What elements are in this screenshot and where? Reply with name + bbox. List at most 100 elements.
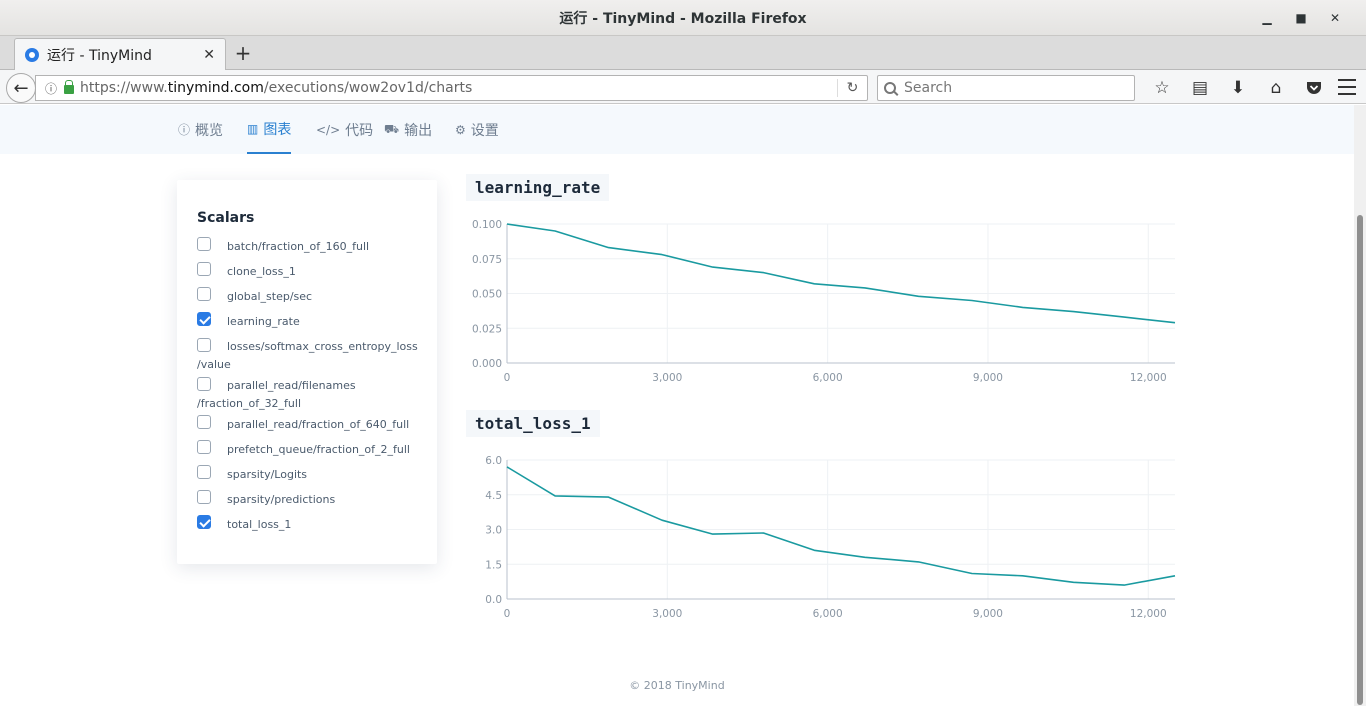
window-title: 运行 - TinyMind - Mozilla Firefox bbox=[559, 10, 807, 27]
bookmark-star-icon[interactable]: ☆ bbox=[1143, 74, 1181, 102]
y-tick-label: 4.5 bbox=[485, 490, 502, 502]
window-controls: ▁ ■ ✕ bbox=[1250, 8, 1352, 28]
x-tick-label: 12,000 bbox=[1130, 372, 1167, 384]
y-tick-label: 0.0 bbox=[485, 594, 502, 606]
series-line bbox=[506, 223, 1176, 324]
url-prefix: https://www. bbox=[80, 80, 168, 96]
back-arrow-icon: ← bbox=[13, 77, 29, 99]
x-tick-label: 12,000 bbox=[1130, 608, 1167, 620]
tab-charts-label: 图表 bbox=[263, 121, 292, 138]
gear-icon: ⚙ bbox=[455, 122, 466, 137]
x-tick-label: 0 bbox=[504, 608, 511, 620]
scalar-item[interactable]: total_loss_1 bbox=[197, 515, 437, 534]
browser-tab[interactable]: 运行 - TinyMind ✕ bbox=[14, 38, 226, 70]
tab-code-label: 代码 bbox=[345, 122, 374, 139]
back-button[interactable]: ← bbox=[6, 73, 36, 103]
scalar-item[interactable]: parallel_read/filenames/fraction_of_32_f… bbox=[197, 377, 437, 413]
chart-title: learning_rate bbox=[466, 174, 610, 201]
scalar-label: prefetch_queue/fraction_of_2_full bbox=[227, 443, 410, 456]
x-tick-label: 6,000 bbox=[813, 608, 843, 620]
scalar-item[interactable]: batch/fraction_of_160_full bbox=[197, 237, 437, 256]
info-icon: ⓘ bbox=[178, 123, 191, 137]
scalar-item[interactable]: parallel_read/fraction_of_640_full bbox=[197, 415, 437, 434]
scalar-checkbox[interactable] bbox=[197, 237, 211, 251]
reader-icon[interactable]: ▤ bbox=[1181, 74, 1219, 102]
chart-total-loss: total_loss_1 0.0 1.5 3.0 4.5 6.0 0 3,000 6,000 9… bbox=[466, 410, 1186, 620]
scalar-item[interactable]: clone_loss_1 bbox=[197, 262, 437, 281]
scalars-panel: Scalars batch/fraction_of_160_full clone_… bbox=[177, 180, 437, 564]
scalar-item[interactable]: global_step/sec bbox=[197, 287, 437, 306]
scrollbar-thumb[interactable] bbox=[1357, 215, 1363, 705]
learning-rate-chart[interactable]: 0.000 0.025 0.050 0.075 0.100 0 3,000 6,000 9,00… bbox=[466, 216, 1186, 401]
y-tick-label: 1.5 bbox=[485, 559, 502, 571]
tab-code[interactable]: </> 代码 bbox=[316, 105, 373, 154]
scalar-item[interactable]: prefetch_queue/fraction_of_2_full bbox=[197, 440, 437, 459]
search-input[interactable] bbox=[904, 80, 1124, 96]
home-icon[interactable]: ⌂ bbox=[1257, 74, 1295, 102]
scalar-checkbox[interactable] bbox=[197, 287, 211, 301]
menu-hamburger-icon[interactable] bbox=[1338, 79, 1356, 95]
page-content: ⓘ 概览 ▥ 图表 </> 代码 ⛟ 输出 ⚙ 设置 Scalars batch… bbox=[0, 105, 1366, 706]
scalars-heading: Scalars bbox=[197, 210, 255, 226]
url-bar[interactable]: ⓘ https://www.tinymind.com/executions/wo… bbox=[35, 75, 868, 101]
tab-output[interactable]: ⛟ 输出 bbox=[384, 105, 432, 154]
site-info-icon[interactable]: ⓘ bbox=[40, 80, 62, 97]
scalar-label: losses/softmax_cross_entropy_loss/value bbox=[197, 340, 418, 371]
maximize-button[interactable]: ■ bbox=[1284, 8, 1318, 28]
scalar-checkbox[interactable] bbox=[197, 262, 211, 276]
tab-strip: 运行 - TinyMind ✕ + bbox=[0, 36, 1366, 70]
reload-icon[interactable]: ↻ bbox=[837, 79, 867, 97]
search-bar[interactable] bbox=[877, 75, 1135, 101]
y-tick-label: 3.0 bbox=[485, 525, 502, 537]
tab-overview-label: 概览 bbox=[195, 122, 224, 139]
scalar-item[interactable]: sparsity/predictions bbox=[197, 490, 437, 509]
url-path: /executions/wow2ov1d/charts bbox=[263, 80, 473, 96]
page-scrollbar[interactable] bbox=[1354, 105, 1366, 706]
scalar-checkbox[interactable] bbox=[197, 515, 211, 529]
scalar-checkbox[interactable] bbox=[197, 415, 211, 429]
x-tick-label: 9,000 bbox=[973, 608, 1003, 620]
y-tick-label: 0.100 bbox=[472, 219, 502, 231]
tab-overview[interactable]: ⓘ 概览 bbox=[178, 105, 223, 154]
series-line bbox=[506, 466, 1176, 586]
tab-output-label: 输出 bbox=[404, 122, 433, 139]
scalar-item[interactable]: learning_rate bbox=[197, 312, 437, 331]
x-tick-label: 3,000 bbox=[652, 608, 682, 620]
y-tick-label: 0.000 bbox=[472, 358, 502, 370]
output-truck-icon: ⛟ bbox=[384, 121, 400, 136]
scalar-label: sparsity/Logits bbox=[227, 468, 308, 481]
close-window-button[interactable]: ✕ bbox=[1318, 8, 1352, 28]
navigation-toolbar: ⓘ https://www.tinymind.com/executions/wo… bbox=[0, 70, 1366, 104]
scalar-checkbox[interactable] bbox=[197, 465, 211, 479]
window-titlebar: 运行 - TinyMind - Mozilla Firefox ▁ ■ ✕ bbox=[0, 0, 1366, 36]
page-footer: © 2018 TinyMind bbox=[629, 679, 725, 692]
tab-settings[interactable]: ⚙ 设置 bbox=[455, 105, 499, 154]
scalar-label: parallel_read/filenames/fraction_of_32_f… bbox=[197, 379, 356, 410]
scalar-checkbox[interactable] bbox=[197, 490, 211, 504]
x-tick-label: 9,000 bbox=[973, 372, 1003, 384]
url-domain: tinymind.com bbox=[167, 80, 264, 96]
new-tab-button[interactable]: + bbox=[232, 42, 254, 64]
y-tick-label: 0.025 bbox=[472, 323, 502, 335]
scalar-checkbox[interactable] bbox=[197, 440, 211, 454]
scalar-label: global_step/sec bbox=[227, 290, 313, 303]
url-text[interactable]: https://www.tinymind.com/executions/wow2… bbox=[80, 80, 837, 96]
toolbar-icons: ☆ ▤ ⬇ ⌂ bbox=[1143, 74, 1333, 102]
scalar-item[interactable]: losses/softmax_cross_entropy_loss/value bbox=[197, 338, 437, 374]
total-loss-chart[interactable]: 0.0 1.5 3.0 4.5 6.0 0 3,000 6,000 9,000 12,000 bbox=[466, 452, 1186, 637]
tab-close-icon[interactable]: ✕ bbox=[203, 47, 215, 63]
minimize-button[interactable]: ▁ bbox=[1250, 8, 1284, 28]
scalar-checkbox[interactable] bbox=[197, 312, 211, 326]
tab-charts[interactable]: ▥ 图表 bbox=[247, 105, 292, 154]
scalar-item[interactable]: sparsity/Logits bbox=[197, 465, 437, 484]
x-tick-label: 3,000 bbox=[652, 372, 682, 384]
secure-lock-icon bbox=[64, 80, 74, 94]
chart-title: total_loss_1 bbox=[466, 410, 600, 437]
pocket-icon[interactable] bbox=[1295, 74, 1333, 102]
scalar-label: sparsity/predictions bbox=[227, 493, 336, 506]
download-icon[interactable]: ⬇ bbox=[1219, 74, 1257, 102]
scalar-label: parallel_read/fraction_of_640_full bbox=[227, 418, 410, 431]
execution-subnav: ⓘ 概览 ▥ 图表 </> 代码 ⛟ 输出 ⚙ 设置 bbox=[0, 105, 1354, 154]
scalar-label: learning_rate bbox=[227, 315, 300, 328]
x-tick-label: 6,000 bbox=[813, 372, 843, 384]
